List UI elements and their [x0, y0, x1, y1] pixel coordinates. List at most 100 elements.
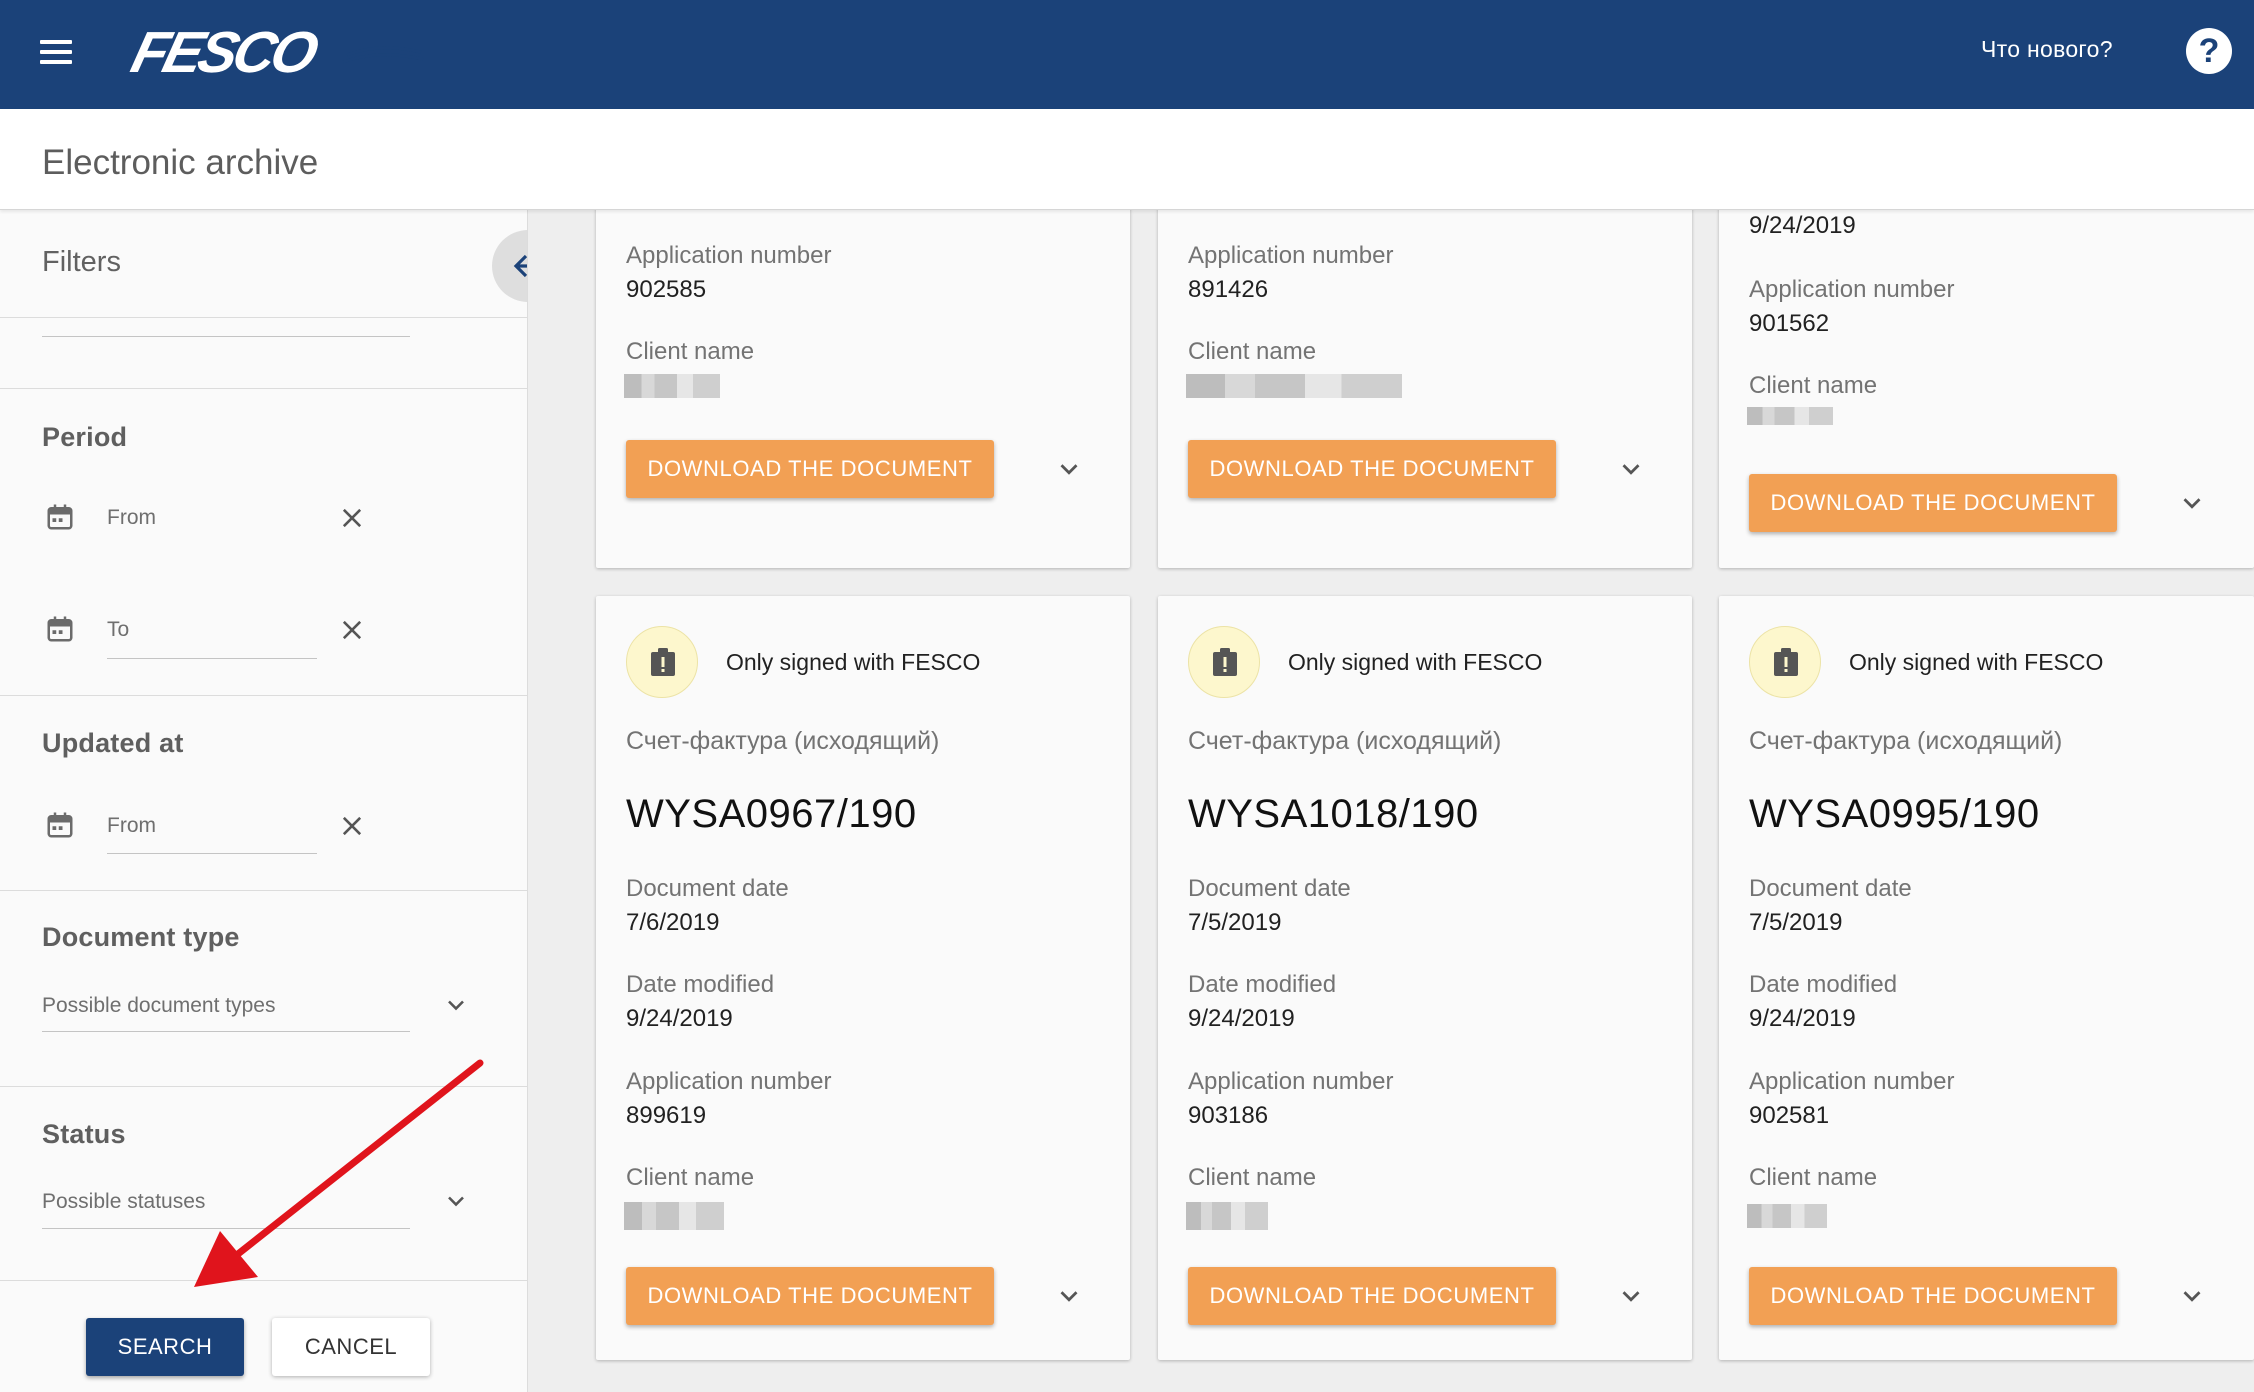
client-name-label: Client name: [626, 1164, 755, 1191]
download-document-button[interactable]: DOWNLOAD THE DOCUMENT: [1188, 1267, 1556, 1325]
signature-warning-icon: [1188, 626, 1260, 698]
signature-status: Only signed with FESCO: [1849, 649, 2104, 675]
application-number-value: 902581: [1749, 1102, 1830, 1129]
client-name-redacted: [1186, 374, 1402, 398]
period-to-input[interactable]: To: [107, 618, 129, 642]
document-type: Счет-фактура (исходящий): [626, 727, 940, 755]
period-to-underline: [107, 658, 317, 659]
client-name-label: Client name: [1188, 1164, 1317, 1191]
document-date-value: 7/6/2019: [626, 909, 720, 936]
client-name-redacted: [1747, 407, 1833, 425]
chevron-down-icon[interactable]: [442, 1187, 470, 1215]
signature-status: Only signed with FESCO: [1288, 649, 1543, 675]
calendar-icon[interactable]: [45, 810, 75, 840]
updated-at-underline: [107, 853, 317, 854]
expand-chevron-icon[interactable]: [1054, 1281, 1084, 1311]
document-date-label: Document date: [1188, 875, 1351, 902]
document-number: WYSA0967/190: [626, 792, 917, 836]
application-number-value: 901562: [1749, 310, 1830, 337]
download-document-button[interactable]: DOWNLOAD THE DOCUMENT: [1749, 1267, 2117, 1325]
cancel-button[interactable]: CANCEL: [272, 1318, 430, 1376]
document-type-title: Document type: [42, 922, 240, 952]
document-type: Счет-фактура (исходящий): [1749, 727, 2063, 755]
expand-chevron-icon[interactable]: [1054, 454, 1084, 484]
document-card: Only signed with FESCO Счет-фактура (исх…: [1719, 596, 2254, 1360]
help-icon[interactable]: ?: [2186, 28, 2232, 74]
updated-at-title: Updated at: [42, 728, 184, 758]
document-number: WYSA0995/190: [1749, 792, 2040, 836]
date-modified-value: 9/24/2019: [1188, 1005, 1295, 1032]
date-modified-value: 9/24/2019: [626, 1005, 733, 1032]
period-from-input[interactable]: From: [107, 506, 156, 530]
document-card: 9/24/2019 Application number 901562 Clie…: [1719, 200, 2254, 568]
download-document-button[interactable]: DOWNLOAD THE DOCUMENT: [626, 1267, 994, 1325]
document-date-value: 7/5/2019: [1188, 909, 1282, 936]
arrow-left-icon: [513, 254, 527, 278]
application-number-label: Application number: [626, 242, 832, 269]
collapse-filters-button[interactable]: [492, 230, 527, 302]
client-name-label: Client name: [1749, 1164, 1878, 1191]
period-title: Period: [42, 422, 128, 452]
application-number-label: Application number: [1188, 1068, 1394, 1095]
calendar-icon[interactable]: [45, 502, 75, 532]
clear-icon[interactable]: [338, 616, 366, 644]
client-name-redacted: [624, 374, 720, 398]
divider: [0, 1086, 527, 1087]
status-underline: [42, 1228, 410, 1229]
download-document-button[interactable]: DOWNLOAD THE DOCUMENT: [1188, 440, 1556, 498]
client-name-redacted: [1186, 1202, 1268, 1230]
status-select[interactable]: Possible statuses: [42, 1190, 205, 1214]
download-document-button[interactable]: DOWNLOAD THE DOCUMENT: [626, 440, 994, 498]
application-number-label: Application number: [626, 1068, 832, 1095]
application-number-label: Application number: [1749, 276, 1955, 303]
date-modified-label: Date modified: [1749, 971, 1898, 998]
expand-chevron-icon[interactable]: [1616, 454, 1646, 484]
document-number: WYSA1018/190: [1188, 792, 1479, 836]
divider: [0, 890, 527, 891]
filters-title: Filters: [42, 246, 121, 278]
client-name-label: Client name: [1749, 372, 1878, 399]
status-title: Status: [42, 1119, 126, 1149]
application-number-value: 891426: [1188, 276, 1269, 303]
fesco-logo[interactable]: FESCO: [125, 22, 430, 84]
expand-chevron-icon[interactable]: [2177, 1281, 2207, 1311]
calendar-icon[interactable]: [45, 614, 75, 644]
document-date-label: Document date: [1749, 875, 1912, 902]
scrolled-field-underline: [42, 336, 410, 337]
whats-new-link[interactable]: Что нового?: [1981, 36, 2113, 63]
document-card: Only signed with FESCO Счет-фактура (исх…: [1158, 596, 1692, 1360]
application-number-label: Application number: [1188, 242, 1394, 269]
application-number-value: 902585: [626, 276, 707, 303]
svg-text:FESCO: FESCO: [125, 22, 324, 84]
filters-panel: Filters Period From To Updated at From D…: [0, 210, 528, 1392]
client-name-redacted: [1747, 1204, 1827, 1228]
date-modified-label: Date modified: [1188, 971, 1337, 998]
client-name-label: Client name: [1188, 338, 1317, 365]
document-type-underline: [42, 1031, 410, 1032]
hamburger-menu-icon[interactable]: [36, 35, 76, 69]
application-number-label: Application number: [1749, 1068, 1955, 1095]
divider: [0, 695, 527, 696]
chevron-down-icon[interactable]: [442, 991, 470, 1019]
expand-chevron-icon[interactable]: [1616, 1281, 1646, 1311]
application-number-value: 903186: [1188, 1102, 1269, 1129]
client-name-label: Client name: [626, 338, 755, 365]
document-type-select[interactable]: Possible document types: [42, 994, 275, 1018]
signature-status: Only signed with FESCO: [726, 649, 981, 675]
application-number-value: 899619: [626, 1102, 707, 1129]
divider: [0, 1280, 527, 1281]
search-button[interactable]: SEARCH: [86, 1318, 244, 1376]
document-date-value: 7/5/2019: [1749, 909, 1843, 936]
divider: [0, 317, 527, 318]
expand-chevron-icon[interactable]: [2177, 488, 2207, 518]
document-card: Application number 902585 Client name DO…: [596, 200, 1130, 568]
document-type: Счет-фактура (исходящий): [1188, 727, 1502, 755]
clear-icon[interactable]: [338, 812, 366, 840]
updated-at-from-input[interactable]: From: [107, 814, 156, 838]
date-modified-label: Date modified: [626, 971, 775, 998]
clear-icon[interactable]: [338, 504, 366, 532]
download-document-button[interactable]: DOWNLOAD THE DOCUMENT: [1749, 474, 2117, 532]
signature-warning-icon: [626, 626, 698, 698]
date-modified-value: 9/24/2019: [1749, 212, 1856, 239]
divider: [0, 388, 527, 389]
